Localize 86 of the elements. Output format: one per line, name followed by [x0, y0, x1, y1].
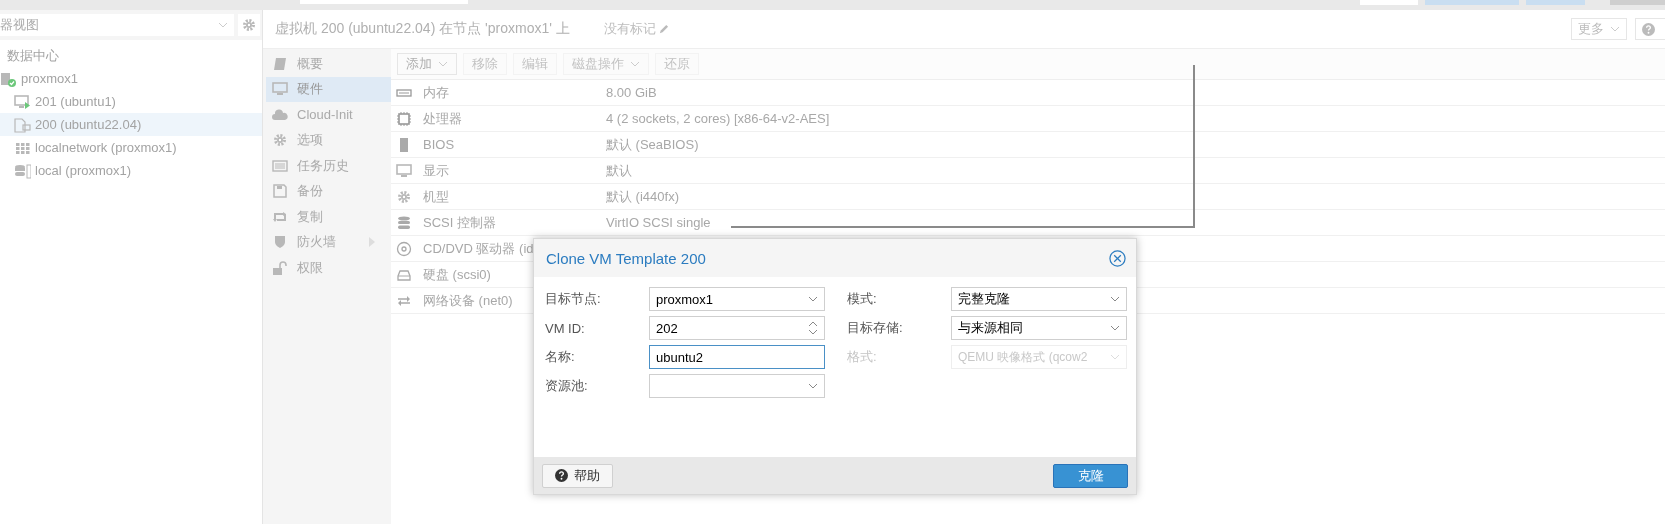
input-field[interactable]: 202 [649, 316, 825, 340]
help-icon [555, 469, 568, 482]
tree-item[interactable]: localnetwork (proxmox1) [0, 136, 262, 159]
hardware-name: 内存 [423, 83, 449, 102]
database-icon [14, 162, 31, 179]
header-button[interactable] [1425, 0, 1519, 5]
template-icon [14, 116, 31, 133]
hardware-value: 默认 [606, 161, 632, 180]
gear-icon [240, 17, 258, 33]
tree-item[interactable]: 数据中心 [0, 44, 262, 67]
caret-icon [1110, 325, 1120, 331]
book-icon [272, 55, 289, 72]
toolbar-button[interactable]: 添加 [397, 53, 457, 75]
hardware-name: CD/DVD 驱动器 (id [423, 239, 534, 258]
spinner-icon[interactable] [808, 320, 818, 336]
field-label: 目标节点: [545, 290, 602, 308]
clone-button[interactable]: 克隆 [1053, 463, 1128, 488]
tree-item[interactable]: local (proxmox1) [0, 159, 262, 182]
tree-item[interactable]: proxmox1 [0, 67, 262, 90]
nav-item[interactable]: 选项 [266, 127, 391, 153]
help-button[interactable]: 帮助 [542, 463, 613, 488]
help-button[interactable] [1635, 18, 1665, 40]
nav-item[interactable]: 备份 [266, 178, 391, 204]
caret-icon [808, 296, 818, 302]
monitor-icon [272, 81, 289, 98]
disc-icon [396, 240, 413, 257]
caret-icon [218, 22, 228, 28]
caret-icon [1110, 354, 1120, 360]
tree-item[interactable]: 201 (ubuntu1) [0, 90, 262, 113]
tags-link[interactable]: 没有标记 [603, 20, 656, 38]
field-label: 目标存储: [847, 319, 904, 337]
help-icon [1642, 22, 1655, 36]
hardware-name: 硬盘 (scsi0) [423, 265, 491, 284]
hardware-name: 处理器 [423, 109, 462, 128]
monitor-icon [396, 162, 413, 179]
floppy-icon [272, 183, 289, 200]
header-button[interactable] [1526, 0, 1585, 5]
dropdown-field[interactable] [649, 374, 825, 398]
dropdown-field[interactable]: 完整克隆 [951, 287, 1127, 311]
list-icon [272, 157, 289, 174]
hardware-value: 4 (2 sockets, 2 cores) [x86-64-v2-AES] [606, 111, 830, 126]
field-label: VM ID: [545, 320, 586, 336]
hardware-name: 网络设备 (net0) [423, 291, 513, 310]
hardware-name: 机型 [423, 187, 449, 206]
nav-item[interactable]: 复制 [266, 204, 391, 230]
monitor-play-icon [14, 93, 31, 110]
view-selector[interactable]: 器视图 [0, 14, 234, 36]
gear-icon [272, 132, 289, 149]
unlock-icon [272, 259, 289, 276]
dropdown-field[interactable]: proxmox1 [649, 287, 825, 311]
hardware-value: 默认 (i440fx) [606, 187, 679, 206]
close-button[interactable] [1109, 249, 1126, 267]
vm-title: 虚拟机 200 (ubuntu22.04) 在节点 'proxmox1' 上 [275, 20, 570, 38]
caret-icon [808, 383, 818, 389]
hardware-value: 8.00 GiB [606, 85, 657, 100]
nav-item[interactable]: 防火墙 [266, 229, 391, 255]
close-icon [1109, 249, 1126, 267]
gears-icon [396, 188, 413, 205]
nav-item[interactable]: 任务历史 [266, 153, 391, 179]
caret-icon [1110, 296, 1120, 302]
cpu-icon [396, 110, 413, 127]
hardware-value: VirtIO SCSI single [606, 215, 711, 230]
nav-item[interactable]: 概要 [266, 51, 391, 77]
toolbar-button[interactable]: 还原 [655, 53, 699, 75]
field-label: 格式: [847, 348, 878, 366]
database-icon [396, 214, 413, 231]
field-label: 资源池: [545, 377, 589, 395]
cloud-icon [272, 106, 289, 123]
pencil-icon[interactable] [657, 23, 669, 35]
dialog-title: Clone VM Template 200 [546, 249, 706, 267]
hardware-name: SCSI 控制器 [423, 213, 496, 232]
nav-item[interactable]: Cloud-Init [266, 102, 391, 128]
caret-icon [1610, 26, 1620, 32]
nav-item[interactable]: 硬件 [266, 76, 391, 102]
tree-item[interactable]: 200 (ubuntu22.04) [0, 113, 262, 136]
settings-button[interactable] [238, 14, 260, 36]
hardware-value: 默认 (SeaBIOS) [606, 135, 699, 154]
hardware-name: BIOS [423, 137, 455, 152]
header-button[interactable] [1610, 0, 1665, 5]
field-label: 模式: [847, 290, 878, 308]
dropdown-field[interactable]: 与来源相同 [951, 316, 1127, 340]
hardware-name: 显示 [423, 161, 449, 180]
field-label: 名称: [545, 348, 576, 366]
more-button[interactable]: 更多 [1571, 18, 1627, 40]
nav-item[interactable]: 权限 [266, 255, 391, 281]
input-field[interactable]: ubuntu2 [649, 345, 825, 369]
